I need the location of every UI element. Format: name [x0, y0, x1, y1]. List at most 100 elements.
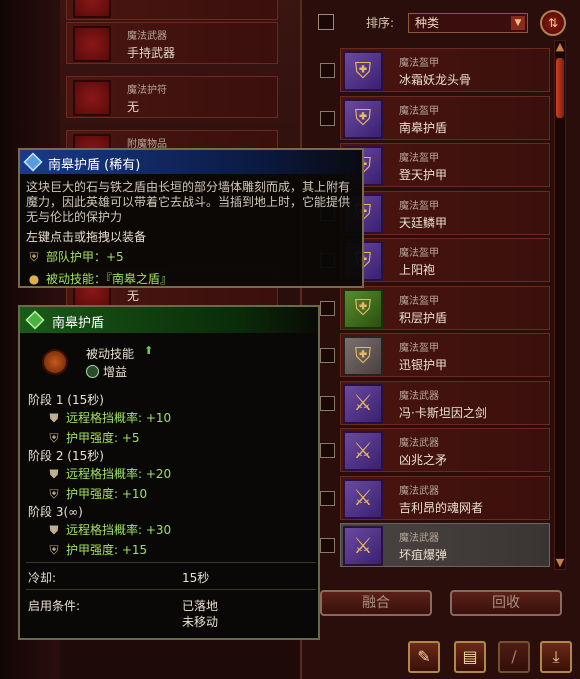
select-all-checkbox[interactable]: [318, 14, 334, 30]
sort-label: 排序:: [366, 16, 395, 30]
armor-icon: ⛨: [343, 336, 383, 376]
item-name: 积层护盾: [399, 310, 448, 325]
scroll-up-icon[interactable]: ▲: [553, 40, 567, 54]
ability-tooltip-header: 南皋护盾: [20, 307, 318, 333]
item-checkbox[interactable]: [320, 348, 335, 363]
item-checkbox[interactable]: [320, 300, 335, 316]
slot-category: 魔法护符: [127, 85, 167, 96]
stage-label: 阶段 3(∞): [28, 505, 83, 519]
ability-gem-icon: [25, 310, 45, 330]
item-name: 上阳袍: [399, 263, 436, 277]
shield-icon: ⛊: [49, 467, 59, 481]
passive-skill-text: 被动技能：『南皋之盾』: [46, 272, 173, 286]
item-checkbox[interactable]: [320, 443, 335, 458]
quill-icon[interactable]: ∕: [498, 641, 530, 673]
stat-text: 远程格挡概率: +30: [66, 523, 172, 537]
list-item[interactable]: ⛨ 魔法盔甲 迅银护甲: [340, 333, 550, 377]
list-item[interactable]: ⛨魔法盔甲登天护甲: [340, 143, 550, 187]
stage-stat: ⛨ 护甲强度: +10: [46, 485, 147, 502]
buff-label: 增益: [86, 363, 127, 380]
scroll-icon[interactable]: ▤: [454, 641, 486, 673]
divider: [26, 589, 316, 590]
item-name: 坏疽爆弹: [399, 548, 448, 562]
armor-icon: ⛨: [343, 288, 383, 329]
cooldown-value: 15秒: [182, 571, 210, 585]
tooltip-description: 这块巨大的石与铁之盾由长垣的部分墙体雕刻而成，其上附有魔力，因此英雄可以带着它去…: [26, 180, 351, 224]
stage-stat: ⛊ 远程格挡概率: +10: [46, 409, 171, 426]
item-checkbox[interactable]: [320, 395, 335, 411]
item-category: 魔法盔甲: [399, 153, 439, 164]
stage-stat: ⛨ 护甲强度: +15: [46, 541, 147, 558]
item-name: 天廷鳞甲: [399, 215, 448, 230]
list-item[interactable]: ⛨ 魔法盔甲积层护盾: [340, 285, 550, 330]
item-category: 魔法盔甲: [399, 105, 439, 117]
stage-stat: ⛊ 远程格挡概率: +30: [46, 521, 171, 538]
armor-icon: ⛨: [49, 431, 59, 445]
list-item[interactable]: ⛨魔法盔甲天廷鳞甲: [340, 190, 550, 235]
scrollbar-track[interactable]: [554, 40, 566, 570]
condition-value: 未移动: [182, 615, 219, 629]
slot-icon: [73, 0, 111, 18]
item-category: 魔法盔甲: [399, 295, 439, 307]
item-checkbox[interactable]: [320, 63, 335, 78]
auto-equip-icon[interactable]: ✎: [408, 641, 440, 673]
equip-slot-top[interactable]: [66, 0, 278, 20]
buff-icon: [86, 365, 99, 378]
list-item[interactable]: ⚔ 魔法武器 冯·卡斯坦因之剑: [340, 380, 550, 425]
item-category: 魔法盔甲: [399, 200, 439, 212]
list-item[interactable]: ⛨魔法盔甲上阳袍: [340, 238, 550, 282]
recycle-button[interactable]: 回收: [450, 590, 562, 616]
slot-icon: [73, 80, 111, 116]
item-checkbox[interactable]: [320, 490, 335, 506]
download-icon[interactable]: ⤓: [540, 641, 572, 673]
list-item[interactable]: ⚔ 魔法武器 凶兆之矛: [340, 428, 550, 472]
merge-button[interactable]: 融合: [320, 590, 432, 616]
item-name: 迅银护甲: [399, 358, 448, 372]
condition-value: 已落地: [182, 599, 219, 613]
condition-label: 启用条件:: [28, 599, 81, 613]
equip-slot-talisman[interactable]: 魔法护符 无: [66, 76, 278, 118]
chevron-down-icon: ▼: [511, 16, 525, 30]
armor-icon: ⛨: [343, 51, 383, 91]
list-item[interactable]: ⛨ 魔法盔甲南皋护盾: [340, 95, 550, 140]
armor-icon: ⛨: [49, 487, 59, 501]
stage-label: 阶段 1 (15秒): [28, 393, 104, 407]
shield-icon: ⛊: [49, 523, 59, 537]
passive-ability-icon: [42, 349, 68, 375]
equip-slot-weapon[interactable]: 魔法武器 手持武器: [66, 22, 278, 64]
item-category: 魔法盔甲: [399, 58, 439, 69]
list-item[interactable]: ⚔ 魔法武器坏疽爆弹: [340, 523, 550, 567]
item-category: 魔法武器: [399, 485, 439, 497]
scroll-down-icon[interactable]: ▼: [553, 556, 567, 570]
stat-text: 护甲强度: +15: [66, 543, 148, 557]
list-item[interactable]: ⚔ 魔法武器吉利昂的魂网者: [340, 475, 550, 520]
stage-label: 阶段 2 (15秒): [28, 449, 104, 463]
stat-text: 远程格挡概率: +10: [66, 411, 172, 425]
slot-value: 无: [127, 100, 140, 114]
weapon-icon: ⚔: [343, 478, 383, 519]
item-name: 南皋护盾: [399, 120, 448, 135]
item-checkbox[interactable]: [320, 110, 335, 126]
weapon-icon: ⚔: [343, 526, 383, 566]
stage-stat: ⛊ 远程格挡概率: +20: [46, 465, 171, 482]
item-category: 魔法武器: [399, 533, 439, 544]
divider: [26, 562, 316, 563]
item-name: 登天护甲: [399, 168, 448, 182]
list-item[interactable]: ⛨ 魔法盔甲 冰霜妖龙头骨: [340, 48, 550, 92]
armor-icon: ⛨: [343, 98, 383, 139]
slot-icon: [73, 26, 111, 62]
sort-dropdown[interactable]: 种类 ▼: [408, 13, 528, 33]
ability-tooltip: 南皋护盾 被动技能 ⬆ 增益 阶段 1 (15秒) ⛊ 远程格挡概率: +10 ⛨…: [18, 305, 320, 640]
tooltip-title: 南皋护盾 (稀有): [48, 158, 141, 173]
item-category: 魔法盔甲: [399, 248, 439, 259]
item-name: 冯·卡斯坦因之剑: [399, 405, 487, 420]
stat-text: 护甲强度: +5: [66, 431, 140, 445]
passive-label: 被动技能: [86, 347, 135, 361]
item-checkbox[interactable]: [320, 538, 335, 553]
scrollbar-thumb[interactable]: [556, 58, 564, 118]
shield-icon: ⛊: [49, 411, 59, 425]
slot-value: 手持武器: [127, 46, 176, 60]
arrow-up-icon: ⬆: [144, 344, 154, 357]
sort-order-button[interactable]: ⇅: [540, 10, 566, 36]
item-name: 吉利昂的魂网者: [399, 500, 484, 515]
